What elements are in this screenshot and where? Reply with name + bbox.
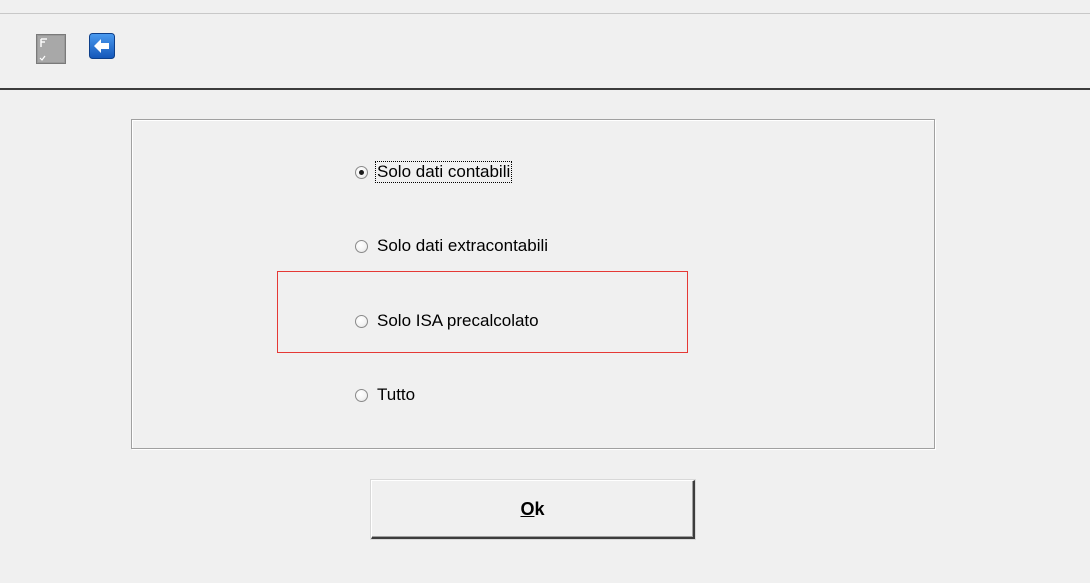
document-button[interactable] [36, 34, 67, 65]
highlight-annotation-box [277, 271, 688, 353]
document-icon [36, 34, 66, 64]
toolbar-separator [0, 88, 1090, 90]
radio-label: Tutto [377, 385, 416, 404]
radio-button-icon[interactable] [355, 388, 368, 402]
radio-label: Solo dati extracontabili [377, 236, 549, 255]
ok-accelerator: O [520, 498, 535, 519]
radio-solo-dati-extracontabili[interactable]: Solo dati extracontabili [355, 235, 549, 257]
top-divider [0, 13, 1090, 14]
radio-label: Solo dati contabili [374, 161, 513, 183]
ok-label-rest: k [534, 498, 545, 519]
ok-button[interactable]: Ok [371, 480, 695, 539]
radio-tutto[interactable]: Tutto [355, 384, 416, 406]
back-button[interactable] [89, 33, 115, 59]
radio-button-checked-icon[interactable] [355, 165, 368, 179]
back-arrow-icon [89, 33, 115, 59]
radio-solo-dati-contabili[interactable]: Solo dati contabili [355, 161, 513, 183]
radio-button-icon[interactable] [355, 239, 368, 253]
